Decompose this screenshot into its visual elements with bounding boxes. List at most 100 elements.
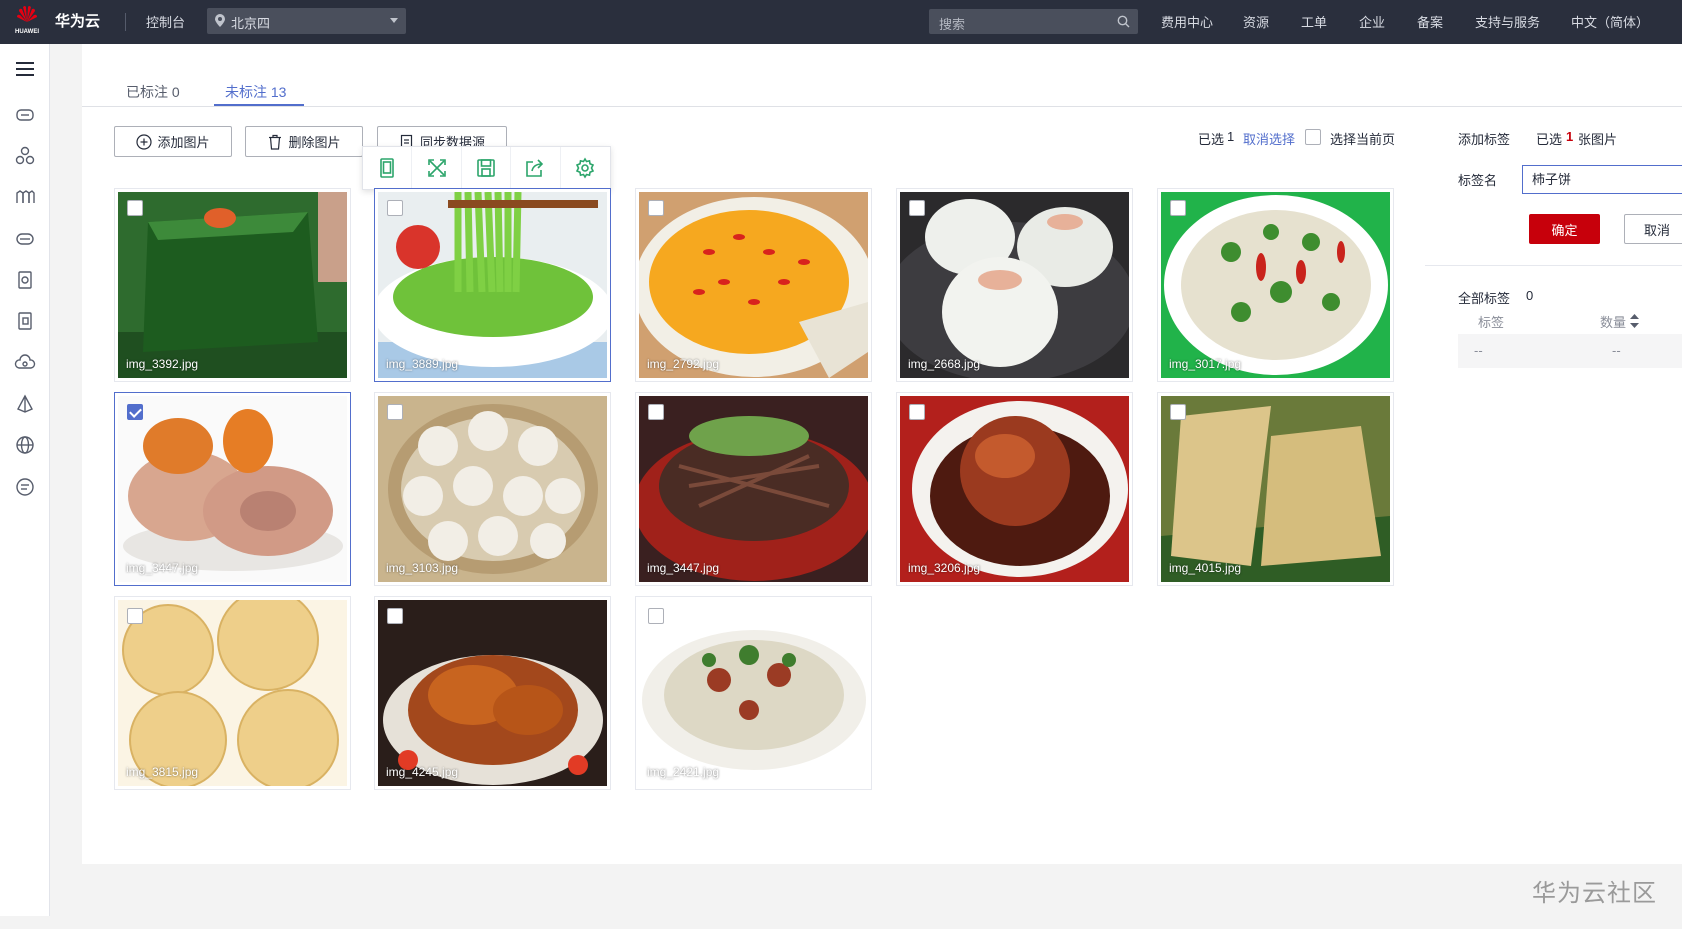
database-icon[interactable]	[14, 269, 36, 291]
image-checkbox[interactable]	[648, 404, 664, 420]
tab-unlabeled[interactable]: 未标注 13	[225, 82, 286, 102]
image-card[interactable]: img_2421.jpg	[635, 596, 872, 790]
food-photo-buns	[900, 192, 1129, 378]
fullscreen-icon	[427, 159, 446, 177]
image-card[interactable]: img_3103.jpg	[374, 392, 611, 586]
tablet-view-button[interactable]	[363, 147, 413, 189]
empty-count-cell: --	[1612, 343, 1621, 358]
image-filename: img_3017.jpg	[1169, 357, 1242, 371]
nav-billing[interactable]: 费用中心	[1161, 12, 1213, 31]
food-photo-dumplings	[378, 396, 607, 582]
nav-support[interactable]: 支持与服务	[1475, 12, 1540, 31]
food-photo-braised-pork	[900, 396, 1129, 582]
add-image-button[interactable]: 添加图片	[114, 126, 232, 157]
storage-icon[interactable]	[14, 228, 36, 250]
region-value: 北京四	[231, 16, 271, 31]
global-search-input[interactable]: 搜索	[929, 9, 1138, 34]
add-image-label: 添加图片	[157, 135, 210, 150]
deploy-icon[interactable]	[14, 393, 36, 415]
image-checkbox[interactable]	[387, 200, 403, 216]
image-card[interactable]: img_2668.jpg	[896, 188, 1133, 382]
nav-language[interactable]: 中文（简体）	[1571, 12, 1649, 31]
add-label-title: 添加标签	[1458, 132, 1511, 147]
food-photo-persimmon-cakes	[118, 396, 347, 582]
food-photo-soup	[639, 192, 868, 378]
cancel-selection-link[interactable]: 取消选择	[1243, 129, 1295, 148]
image-checkbox[interactable]	[127, 608, 143, 624]
console-link[interactable]: 控制台	[146, 12, 185, 31]
select-page-checkbox[interactable]	[1305, 129, 1321, 145]
image-checkbox[interactable]	[909, 404, 925, 420]
food-photo-crackers	[118, 600, 347, 786]
image-checkbox[interactable]	[648, 608, 664, 624]
image-checkbox[interactable]	[1170, 404, 1186, 420]
add-circle-icon	[136, 133, 153, 150]
image-checkbox[interactable]	[387, 404, 403, 420]
select-page-label: 选择当前页	[1330, 132, 1396, 147]
tabs-divider	[82, 106, 1682, 107]
image-filename: img_3447.jpg	[647, 561, 720, 575]
fullscreen-button[interactable]	[412, 147, 462, 189]
share-button[interactable]	[511, 147, 561, 189]
image-card[interactable]: img_3447.jpg	[114, 392, 351, 586]
left-rail	[0, 44, 50, 916]
region-selector[interactable]: 北京四	[207, 8, 406, 34]
image-checkbox[interactable]	[1170, 200, 1186, 216]
cloud-server-icon[interactable]	[14, 104, 36, 126]
image-card[interactable]: img_3447.jpg	[635, 392, 872, 586]
tab-labeled[interactable]: 已标注 0	[126, 82, 180, 102]
nav-resources[interactable]: 资源	[1243, 12, 1269, 31]
save-button[interactable]	[462, 147, 512, 189]
column-label: 标签	[1478, 315, 1505, 330]
nav-tickets[interactable]: 工单	[1301, 12, 1327, 31]
image-checkbox[interactable]	[127, 404, 143, 420]
watermark: 华为云社区	[1532, 880, 1657, 907]
image-filename: img_2668.jpg	[908, 357, 981, 371]
image-checkbox[interactable]	[909, 200, 925, 216]
image-filename: img_3889.jpg	[386, 357, 459, 371]
brand-name[interactable]: 华为云	[55, 10, 100, 31]
image-filename: img_3815.jpg	[126, 765, 199, 779]
image-filename: img_3447.jpg	[126, 561, 199, 575]
image-card[interactable]: img_3889.jpg	[374, 188, 611, 382]
search-icon[interactable]	[1117, 15, 1130, 28]
globe-icon[interactable]	[14, 434, 36, 456]
delete-image-button[interactable]: 删除图片	[245, 126, 363, 157]
selected-count: 1	[1227, 129, 1235, 144]
chat-icon[interactable]	[14, 476, 36, 498]
image-card[interactable]: img_4015.jpg	[1157, 392, 1394, 586]
huawei-logo[interactable]: HUAWEI	[10, 3, 44, 39]
nav-enterprise[interactable]: 企业	[1359, 12, 1385, 31]
container-icon[interactable]	[14, 310, 36, 332]
cloud-service-icon[interactable]	[14, 352, 36, 374]
image-checkbox[interactable]	[127, 200, 143, 216]
image-card[interactable]: img_3815.jpg	[114, 596, 351, 790]
settings-button[interactable]	[561, 147, 610, 189]
label-name-input[interactable]: 柿子饼	[1522, 165, 1682, 194]
tab-active-indicator	[214, 104, 304, 106]
cluster-icon[interactable]	[14, 145, 36, 167]
image-card[interactable]: img_3206.jpg	[896, 392, 1133, 586]
menu-icon[interactable]	[14, 58, 36, 80]
huawei-petals-icon	[17, 6, 37, 22]
image-card[interactable]: img_3392.jpg	[114, 188, 351, 382]
cancel-button[interactable]: 取消	[1624, 214, 1682, 244]
sort-icon[interactable]	[1630, 314, 1639, 328]
selected-count: 1	[1566, 129, 1574, 144]
image-filename: img_3206.jpg	[908, 561, 981, 575]
image-checkbox[interactable]	[387, 608, 403, 624]
delete-image-label: 删除图片	[288, 135, 341, 150]
all-labels-title: 全部标签	[1458, 291, 1511, 306]
search-placeholder: 搜索	[939, 17, 966, 32]
panel-divider	[1425, 265, 1682, 266]
confirm-button[interactable]: 确定	[1529, 214, 1600, 244]
image-card[interactable]: img_4245.jpg	[374, 596, 611, 790]
network-icon[interactable]	[14, 186, 36, 208]
column-count[interactable]: 数量	[1600, 312, 1626, 331]
image-checkbox[interactable]	[648, 200, 664, 216]
location-pin-icon	[215, 14, 225, 27]
selected-prefix: 已选	[1536, 132, 1563, 147]
nav-icp[interactable]: 备案	[1417, 12, 1443, 31]
image-card[interactable]: img_3017.jpg	[1157, 188, 1394, 382]
image-card[interactable]: img_2792.jpg	[635, 188, 872, 382]
